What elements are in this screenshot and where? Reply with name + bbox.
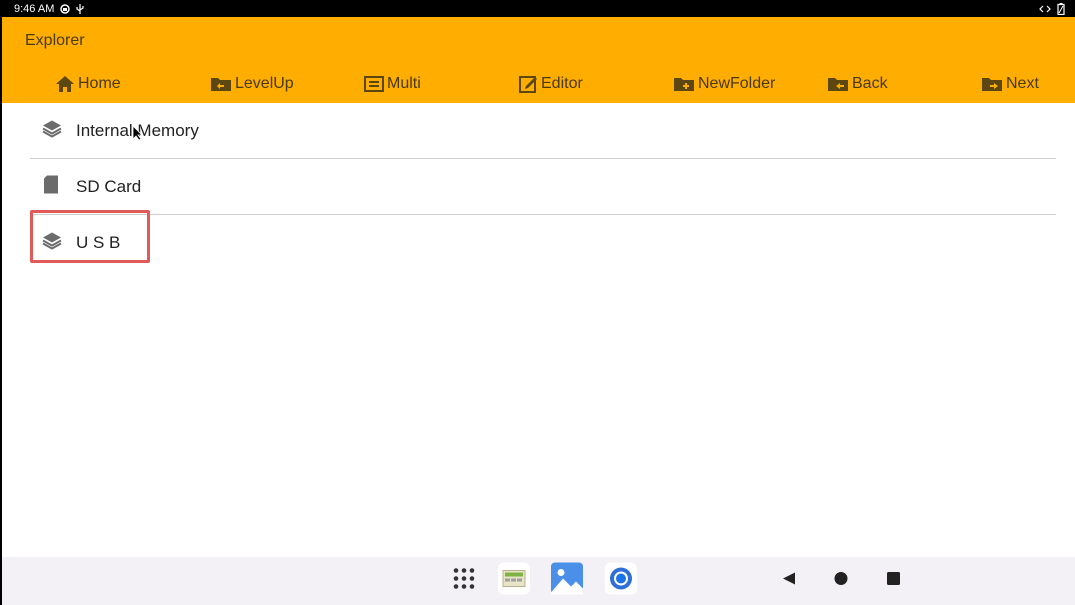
app-bar: Explorer Home LevelUp Multi Editor NewFo… (2, 17, 1075, 103)
back-button[interactable]: Back (827, 72, 888, 96)
edit-icon (518, 74, 538, 94)
code-icon (1039, 4, 1051, 14)
gallery-app-icon[interactable] (551, 562, 583, 600)
status-time: 9:46 AM (14, 2, 55, 15)
system-nav-bar (2, 557, 1075, 605)
sync-icon (60, 3, 71, 14)
toolbar: Home LevelUp Multi Editor NewFolder Back… (2, 72, 1075, 96)
app-screen: Explorer Home LevelUp Multi Editor NewFo… (2, 17, 1075, 605)
folder-next-icon (981, 75, 1003, 93)
battery-icon (1057, 2, 1065, 15)
folder-back-icon (827, 75, 849, 93)
levelup-button-label: LevelUp (235, 75, 294, 92)
storage-item-label: SD Card (76, 176, 142, 196)
home-nav-icon[interactable] (834, 572, 848, 591)
editor-button-label: Editor (541, 75, 583, 92)
multi-select-icon (364, 75, 384, 93)
new-folder-icon (673, 75, 695, 93)
recents-nav-icon[interactable] (887, 572, 900, 590)
newfolder-button-label: NewFolder (698, 75, 776, 92)
chrome-app-icon[interactable] (605, 562, 637, 600)
multi-button[interactable]: Multi (364, 72, 421, 96)
home-icon (55, 74, 75, 94)
home-button-label: Home (78, 75, 121, 92)
multi-button-label: Multi (387, 75, 421, 92)
usb-icon (76, 3, 84, 14)
home-button[interactable]: Home (55, 72, 121, 96)
storage-item-label: U S B (76, 232, 121, 252)
mouse-cursor-icon (132, 125, 144, 146)
folder-up-icon (210, 75, 232, 93)
back-nav-icon[interactable] (782, 572, 796, 591)
app-drawer-icon[interactable] (452, 567, 476, 596)
status-bar: 9:46 AM (0, 0, 1075, 17)
storage-item-sd-card[interactable]: SD Card (30, 159, 1056, 214)
next-button[interactable]: Next (981, 72, 1039, 96)
editor-button[interactable]: Editor (518, 72, 583, 96)
layers-icon (42, 119, 62, 142)
storage-item-internal-memory[interactable]: Internal Memory (30, 103, 1056, 158)
newfolder-button[interactable]: NewFolder (673, 72, 775, 96)
storage-list: Internal Memory SD Card U S B (30, 103, 1056, 270)
sd-card-icon (42, 174, 60, 199)
calculator-app-icon[interactable] (498, 562, 530, 600)
next-button-label: Next (1006, 75, 1039, 92)
levelup-button[interactable]: LevelUp (210, 72, 294, 96)
layers-icon (42, 231, 62, 254)
app-title: Explorer (25, 32, 85, 49)
storage-item-usb[interactable]: U S B (30, 215, 1056, 270)
back-button-label: Back (852, 75, 888, 92)
